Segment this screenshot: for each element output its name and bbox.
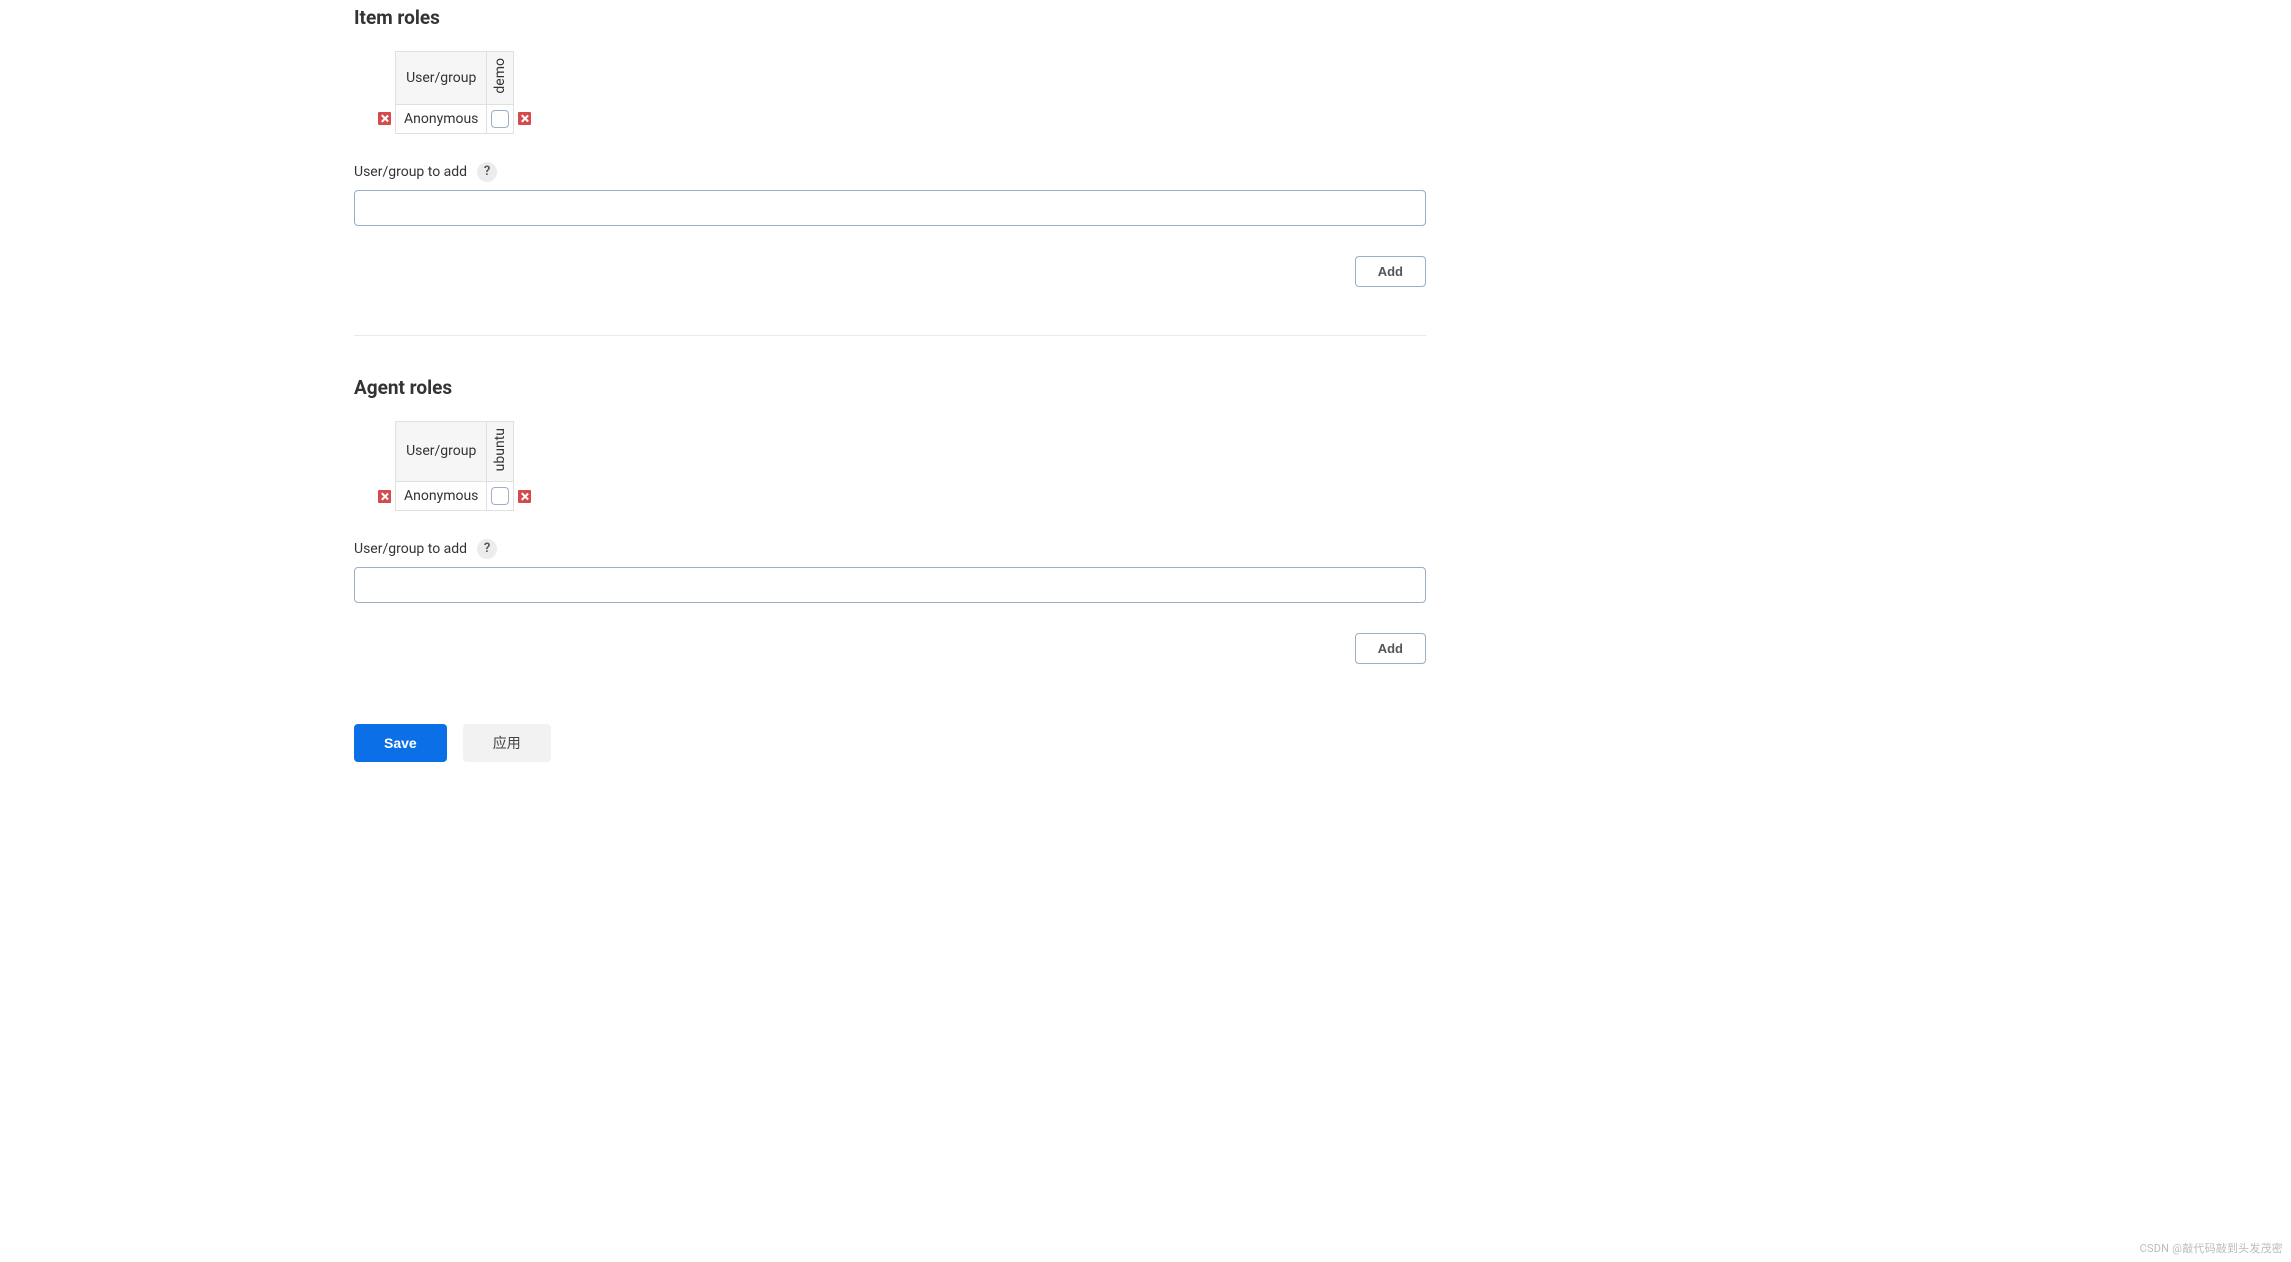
table-header-row: User/group ubuntu xyxy=(374,421,535,481)
apply-button[interactable]: 应用 xyxy=(463,724,551,762)
blank-cell xyxy=(514,421,536,481)
item-roles-table: User/group demo Anonymous xyxy=(374,51,535,134)
permission-checkbox[interactable] xyxy=(491,487,509,505)
role-column-header: demo xyxy=(487,52,514,105)
user-group-to-add-label: User/group to add xyxy=(354,541,467,557)
role-column-header: ubuntu xyxy=(487,421,514,481)
blank-cell xyxy=(374,52,396,105)
item-roles-heading: Item roles xyxy=(354,6,2246,29)
agent-add-row: Add xyxy=(354,633,1426,664)
delete-cell-left xyxy=(374,481,396,510)
delete-cell-right xyxy=(514,104,536,133)
blank-cell xyxy=(374,421,396,481)
table-row: Anonymous xyxy=(374,104,535,133)
help-icon[interactable]: ? xyxy=(477,539,497,559)
delete-icon[interactable] xyxy=(518,490,531,503)
blank-cell xyxy=(514,52,536,105)
user-name-cell: Anonymous xyxy=(396,104,487,133)
permission-checkbox-cell xyxy=(487,481,514,510)
help-icon[interactable]: ? xyxy=(477,162,497,182)
table-row: Anonymous xyxy=(374,481,535,510)
table-header-row: User/group demo xyxy=(374,52,535,105)
user-group-header: User/group xyxy=(396,421,487,481)
agent-roles-table: User/group ubuntu Anonymous xyxy=(374,421,535,511)
footer-buttons: Save 应用 xyxy=(354,724,2246,762)
role-column-label: ubuntu xyxy=(492,428,508,471)
save-button[interactable]: Save xyxy=(354,724,447,762)
agent-roles-table-wrap: User/group ubuntu Anonymous xyxy=(374,421,2246,511)
watermark-text: CSDN @敲代码敲到头发茂密 xyxy=(2140,1240,2283,1256)
agent-add-label-row: User/group to add ? xyxy=(354,539,2246,559)
delete-cell-right xyxy=(514,481,536,510)
user-name-cell: Anonymous xyxy=(396,481,487,510)
delete-icon[interactable] xyxy=(378,490,391,503)
delete-icon[interactable] xyxy=(378,112,391,125)
agent-user-group-input[interactable] xyxy=(354,567,1426,603)
role-column-label: demo xyxy=(492,58,508,94)
item-roles-table-wrap: User/group demo Anonymous xyxy=(374,51,2246,134)
agent-roles-heading: Agent roles xyxy=(354,376,2246,399)
delete-cell-left xyxy=(374,104,396,133)
item-user-group-input[interactable] xyxy=(354,190,1426,226)
item-add-label-row: User/group to add ? xyxy=(354,162,2246,182)
delete-icon[interactable] xyxy=(518,112,531,125)
item-add-button[interactable]: Add xyxy=(1355,256,1426,287)
user-group-to-add-label: User/group to add xyxy=(354,164,467,180)
permission-checkbox[interactable] xyxy=(491,110,509,128)
section-divider xyxy=(354,335,1426,336)
user-group-header: User/group xyxy=(396,52,487,105)
item-add-row: Add xyxy=(354,256,1426,287)
agent-add-button[interactable]: Add xyxy=(1355,633,1426,664)
permission-checkbox-cell xyxy=(487,104,514,133)
